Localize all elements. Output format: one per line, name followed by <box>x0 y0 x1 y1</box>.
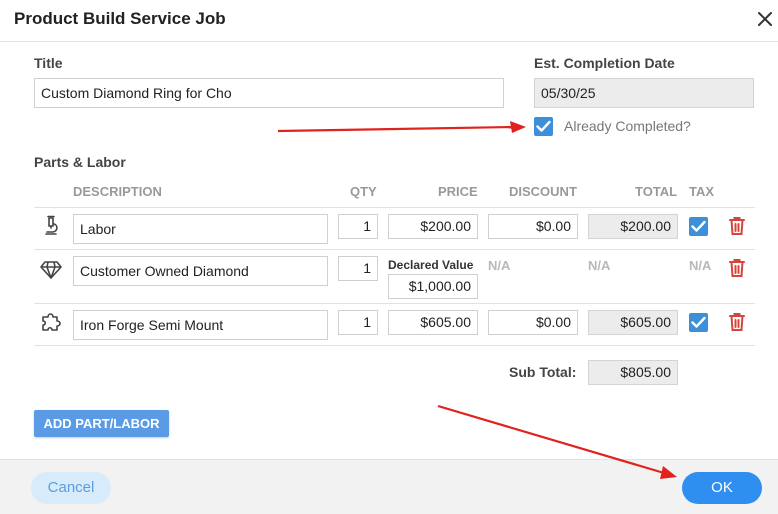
title-label: Title <box>34 55 63 71</box>
date-label: Est. Completion Date <box>534 55 675 71</box>
already-completed-label: Already Completed? <box>564 118 691 134</box>
ok-button[interactable]: OK <box>682 472 762 504</box>
close-icon[interactable] <box>754 8 776 30</box>
discount-input[interactable]: $0.00 <box>488 214 578 239</box>
cancel-button[interactable]: Cancel <box>31 472 111 504</box>
discount-input[interactable]: $0.00 <box>488 310 578 335</box>
col-qty: QTY <box>350 184 377 199</box>
trash-icon[interactable] <box>728 216 746 236</box>
description-input[interactable]: Iron Forge Semi Mount <box>73 310 328 340</box>
tax-checkbox[interactable] <box>689 217 708 236</box>
trash-icon[interactable] <box>728 258 746 278</box>
price-input[interactable]: $605.00 <box>388 310 478 335</box>
total-field: $605.00 <box>588 310 678 335</box>
total-na: N/A <box>588 258 611 273</box>
annotation-arrow-checkbox <box>277 121 526 133</box>
declared-value-label: Declared Value <box>388 258 474 272</box>
col-total: TOTAL <box>635 184 678 199</box>
check-icon <box>691 220 706 232</box>
completion-date-input[interactable]: 05/30/25 <box>534 78 754 108</box>
diamond-icon <box>40 258 62 280</box>
dialog-footer <box>0 459 778 514</box>
qty-input[interactable]: 1 <box>338 214 378 239</box>
tax-na: N/A <box>689 258 712 273</box>
qty-input[interactable]: 1 <box>338 256 378 281</box>
add-part-labor-button[interactable]: ADD PART/LABOR <box>34 410 169 437</box>
microscope-icon <box>40 215 62 237</box>
row-divider <box>34 345 755 346</box>
dialog-header: Product Build Service Job <box>0 0 778 42</box>
row-divider <box>34 303 755 304</box>
col-tax: TAX <box>689 184 715 199</box>
col-description: DESCRIPTION <box>73 184 162 199</box>
row-divider <box>34 249 755 250</box>
discount-na: N/A <box>488 258 511 273</box>
total-field: $200.00 <box>588 214 678 239</box>
description-input[interactable]: Customer Owned Diamond <box>73 256 328 286</box>
subtotal-field: $805.00 <box>588 360 678 385</box>
trash-icon[interactable] <box>728 312 746 332</box>
subtotal-label: Sub Total: <box>509 364 577 380</box>
declared-value-input[interactable]: $1,000.00 <box>388 274 478 299</box>
col-discount: DISCOUNT <box>509 184 577 199</box>
puzzle-icon <box>40 311 62 333</box>
description-input[interactable]: Labor <box>73 214 328 244</box>
price-input[interactable]: $200.00 <box>388 214 478 239</box>
already-completed-checkbox[interactable] <box>534 117 553 136</box>
check-icon <box>536 120 551 132</box>
row-divider <box>34 207 755 208</box>
title-input[interactable]: Custom Diamond Ring for Cho <box>34 78 504 108</box>
col-price: PRICE <box>438 184 478 199</box>
check-icon <box>691 316 706 328</box>
dialog-title: Product Build Service Job <box>14 9 226 28</box>
tax-checkbox[interactable] <box>689 313 708 332</box>
parts-labor-heading: Parts & Labor <box>34 154 126 170</box>
qty-input[interactable]: 1 <box>338 310 378 335</box>
